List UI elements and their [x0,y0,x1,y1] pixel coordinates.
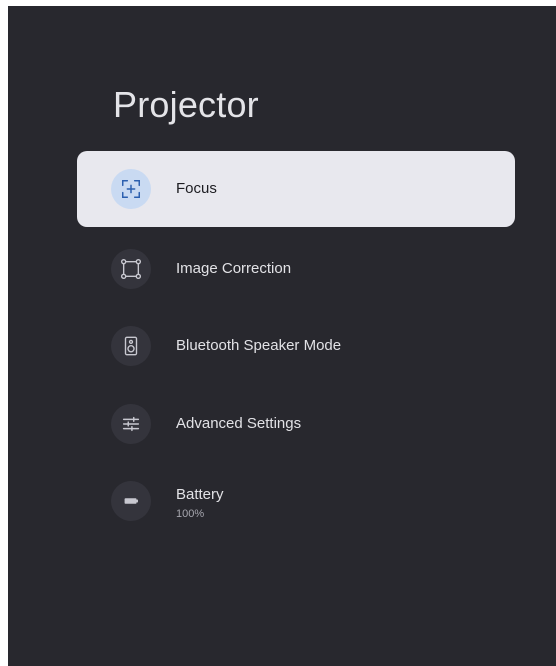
menu-item-label: Advanced Settings [176,415,302,432]
menu-item-advanced-settings[interactable]: Advanced Settings [77,386,515,462]
page-title: Projector [113,84,259,125]
menu-item-label: Image Correction [176,260,292,277]
menu-item-bluetooth-speaker-mode[interactable]: Bluetooth Speaker Mode [77,308,515,384]
menu-item-focus[interactable]: Focus [77,151,515,227]
menu-item-battery[interactable]: Battery 100% [77,463,515,539]
menu-item-label: Battery [176,486,224,503]
menu-item-image-correction[interactable]: Image Correction [77,231,515,307]
battery-icon [111,481,151,521]
sliders-icon [111,404,151,444]
focus-icon [111,169,151,209]
battery-level: 100% [176,508,205,520]
image-correction-icon [111,249,151,289]
menu-item-label: Focus [176,180,217,197]
menu-item-label: Bluetooth Speaker Mode [176,337,342,354]
settings-panel: Projector Focus Image Correction Bluetoo… [8,6,556,666]
speaker-icon [111,326,151,366]
